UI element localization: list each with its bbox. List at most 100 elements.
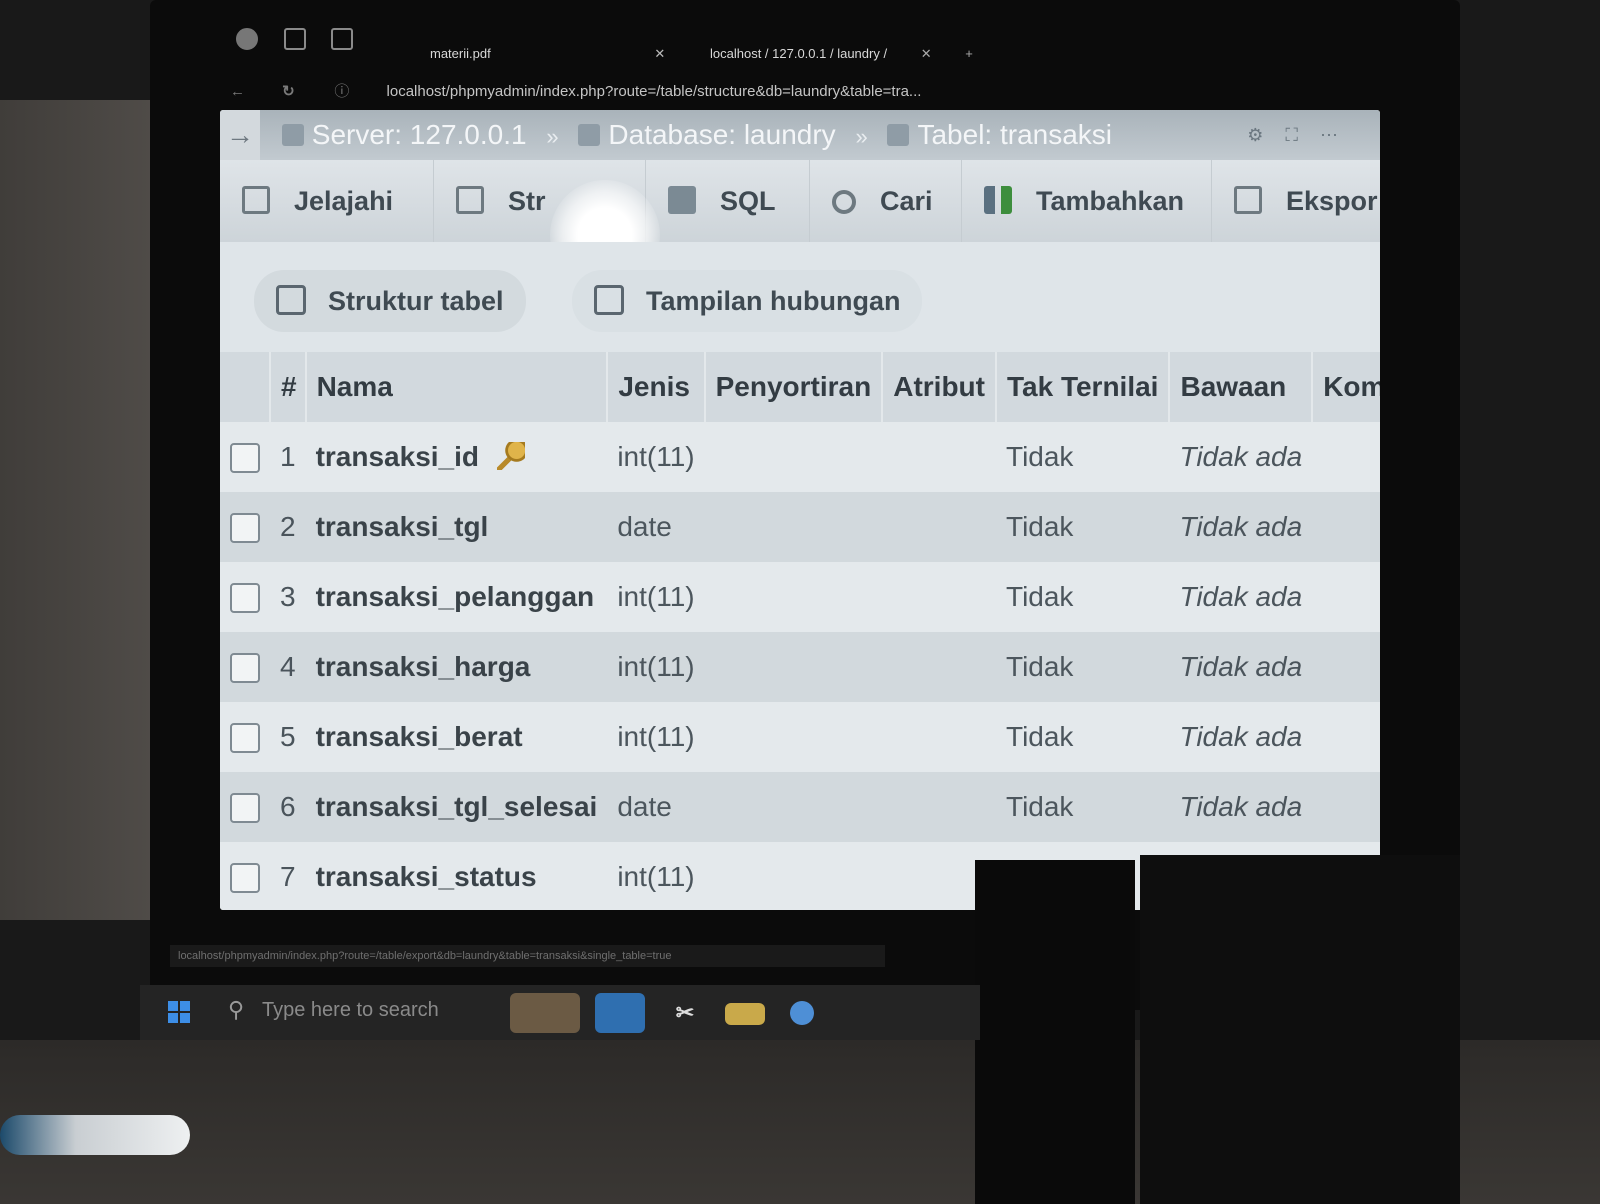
row-name: transaksi_berat <box>305 702 608 772</box>
header-default: Bawaan <box>1169 352 1314 422</box>
row-null: Tidak <box>996 422 1170 492</box>
row-name: transaksi_status <box>305 842 608 910</box>
table-row: 4 transaksi_harga int(11) Tidak Tidak ad… <box>220 632 1380 702</box>
profile-icon[interactable] <box>236 28 258 50</box>
row-name: transaksi_harga <box>305 632 608 702</box>
row-num: 1 <box>270 422 306 492</box>
settings-icon[interactable]: ⚙ <box>1247 125 1285 145</box>
windows-start-icon[interactable] <box>168 1001 190 1023</box>
file-explorer-icon[interactable] <box>725 1003 765 1025</box>
table-row: 5 transaksi_berat int(11) Tidak Tidak ad… <box>220 702 1380 772</box>
tab-pdf[interactable]: materii.pdf ✕ <box>430 46 665 62</box>
row-checkbox-cell <box>220 842 270 910</box>
export-icon <box>1234 186 1262 214</box>
insert-icon <box>984 186 1012 214</box>
row-comments <box>1312 632 1380 702</box>
address-bar[interactable]: ← ↻ ⓘ localhost/phpmyadmin/index.php?rou… <box>230 80 1380 110</box>
tab-phpmyadmin-label: localhost / 127.0.0.1 / laundry / <box>710 46 888 61</box>
row-default: Tidak ada <box>1169 632 1313 702</box>
row-checkbox-cell <box>220 702 270 772</box>
table-icon <box>887 124 910 146</box>
row-checkbox[interactable] <box>230 443 260 474</box>
row-collation <box>704 772 883 842</box>
breadcrumb-table[interactable]: Tabel: transaksi <box>917 119 1112 150</box>
row-checkbox-cell <box>220 422 270 492</box>
row-comments <box>1312 772 1380 842</box>
snipping-tool-icon[interactable]: ✂ <box>665 993 705 1033</box>
table-row: 2 transaksi_tgl date Tidak Tidak ada <box>220 492 1380 562</box>
row-checkbox[interactable] <box>230 653 260 684</box>
foreground-object <box>1140 855 1460 1204</box>
tab-actions-icon[interactable] <box>331 28 354 50</box>
row-checkbox[interactable] <box>230 793 260 824</box>
row-checkbox[interactable] <box>230 863 260 894</box>
row-type: date <box>607 492 705 562</box>
menu-insert[interactable]: Tambahkan <box>962 160 1212 242</box>
row-type: int(11) <box>607 632 705 702</box>
chrome-icon[interactable] <box>790 1001 814 1025</box>
row-name: transaksi_tgl <box>305 492 608 562</box>
back-icon[interactable]: ← <box>230 83 250 100</box>
header-attributes: Atribut <box>882 352 997 422</box>
close-icon[interactable]: ✕ <box>654 46 665 61</box>
row-comments <box>1312 702 1380 772</box>
row-name: transaksi_tgl_selesai <box>305 772 608 842</box>
row-comments <box>1312 422 1380 492</box>
row-null: Tidak <box>996 492 1170 562</box>
fullscreen-icon[interactable]: ⛶ <box>1285 125 1320 145</box>
row-num: 3 <box>270 562 306 632</box>
structure-table: # Nama Jenis Penyortiran Atribut Tak Ter… <box>220 352 1380 910</box>
subtab-table-structure-label: Struktur tabel <box>328 286 504 316</box>
refresh-icon[interactable]: ↻ <box>282 82 302 100</box>
row-comments <box>1312 562 1380 632</box>
row-name: transaksi_pelanggan <box>305 562 608 632</box>
taskbar-search-input[interactable]: Type here to search <box>262 999 439 1022</box>
url-text[interactable]: localhost/phpmyadmin/index.php?route=/ta… <box>387 83 922 100</box>
info-icon[interactable]: ⓘ <box>334 80 354 101</box>
menu-export[interactable]: Ekspor <box>1212 160 1380 242</box>
row-collation <box>704 562 883 632</box>
collections-icon[interactable] <box>283 28 306 50</box>
row-default: Tidak ada <box>1169 702 1313 772</box>
row-default: Tidak ada <box>1169 422 1313 492</box>
edge-icon[interactable] <box>595 993 645 1033</box>
row-attributes <box>882 422 996 492</box>
collapse-arrow-icon[interactable]: → <box>220 110 260 160</box>
header-num: # <box>270 352 307 422</box>
table-menu: Jelajahi Str SQL Cari Tambahkan Ekspor <box>220 160 1380 243</box>
breadcrumb-database[interactable]: Database: laundry <box>608 119 835 150</box>
header-null: Tak Ternilai <box>996 352 1171 422</box>
row-checkbox[interactable] <box>230 583 260 614</box>
database-icon <box>578 124 601 146</box>
menu-sql[interactable]: SQL <box>646 160 810 242</box>
row-type: int(11) <box>607 702 705 772</box>
browse-icon <box>242 186 270 214</box>
subtab-table-structure[interactable]: Struktur tabel <box>254 270 526 332</box>
more-icon[interactable]: ⋯ <box>1320 125 1360 145</box>
header-name[interactable]: Nama <box>305 352 609 422</box>
tab-phpmyadmin[interactable]: localhost / 127.0.0.1 / laundry / ✕ + <box>710 46 973 62</box>
row-checkbox-cell <box>220 632 270 702</box>
menu-insert-label: Tambahkan <box>1036 186 1185 216</box>
row-checkbox-cell <box>220 772 270 842</box>
breadcrumb-server[interactable]: Server: 127.0.0.1 <box>312 119 527 150</box>
close-icon[interactable]: ✕ <box>921 46 932 61</box>
subtab-relation-view-label: Tampilan hubungan <box>646 286 901 316</box>
new-tab-icon[interactable]: + <box>965 46 973 61</box>
tab-pdf-label: materii.pdf <box>430 46 491 61</box>
row-checkbox[interactable] <box>230 723 260 754</box>
menu-browse[interactable]: Jelajahi <box>220 160 434 242</box>
subtab-relation-view[interactable]: Tampilan hubungan <box>572 270 923 332</box>
menu-search-label: Cari <box>880 186 933 216</box>
row-collation <box>704 632 883 702</box>
header-checkbox-col <box>220 352 271 422</box>
menu-search[interactable]: Cari <box>810 160 962 242</box>
header-name-label: Nama <box>316 371 393 402</box>
row-checkbox-cell <box>220 562 270 632</box>
row-attributes <box>882 772 996 842</box>
search-icon: ⚲ <box>228 997 245 1022</box>
row-checkbox[interactable] <box>230 513 260 544</box>
phpmyadmin-page: → Server: 127.0.0.1 » Database: laundry … <box>220 110 1380 910</box>
server-icon <box>281 124 304 146</box>
row-null: Tidak <box>996 772 1170 842</box>
